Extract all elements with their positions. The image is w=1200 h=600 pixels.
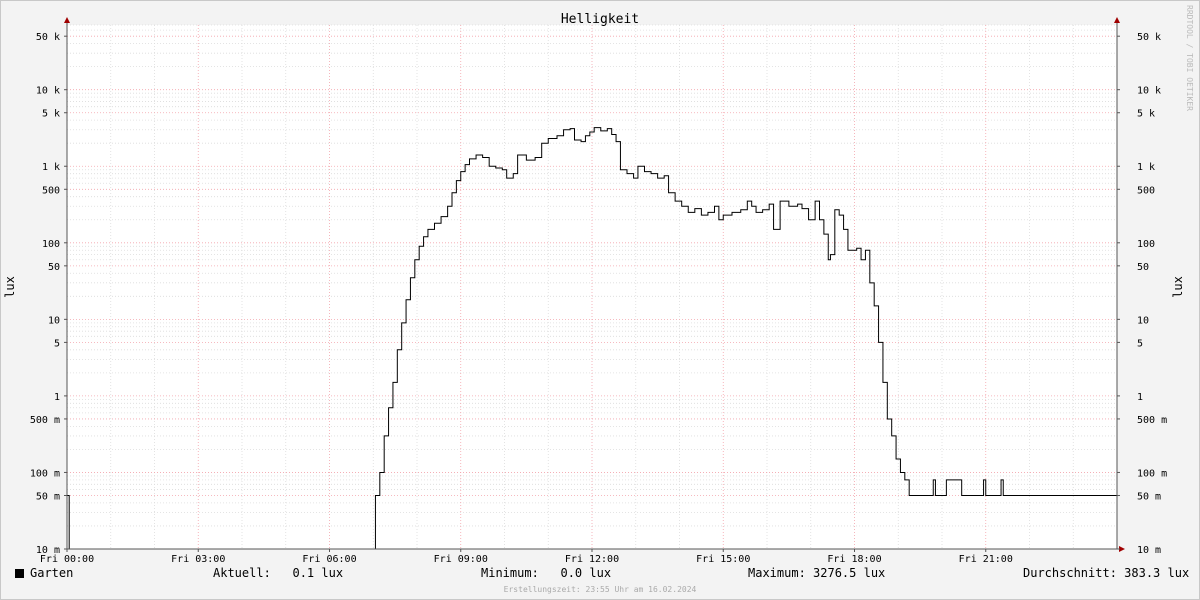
x-tick-label: Fri 15:00 — [696, 554, 750, 565]
legend-swatch — [15, 569, 24, 578]
y-tick-labels-left: 10 m50 m100 m500 m1510501005001 k5 k10 k… — [30, 32, 67, 556]
y-tick-label: 500 — [1137, 185, 1155, 196]
y-tick-label: 5 k — [1137, 109, 1155, 120]
y-axis-arrow-left — [64, 17, 70, 23]
x-tick-label: Fri 03:00 — [171, 554, 225, 565]
legend-series-name: Garten — [30, 566, 74, 580]
y-tick-label: 1 k — [42, 162, 60, 173]
footer-timestamp: Erstellungszeit: 23:55 Uhr am 16.02.2024 — [504, 585, 697, 594]
chart-svg: 10 m 50 m 100 m 500 m 1 5 10 50 100 500 1 k 5 k 10 k… — [3, 5, 1194, 594]
y-tick-label: 5 — [1137, 338, 1143, 349]
x-tick-label: Fri 18:00 — [827, 554, 881, 565]
y-tick-label: 50 m — [1137, 491, 1161, 502]
y-tick-label: 10 k — [1137, 86, 1161, 97]
legend-series: Garten — [15, 566, 73, 580]
watermark: RRDTOOL / TOBI OETIKER — [1185, 5, 1194, 111]
y-tick-label: 100 m — [1137, 468, 1167, 479]
chart-title: Helligkeit — [561, 12, 639, 27]
legend-maximum: Maximum: 3276.5 lux — [748, 566, 886, 580]
x-tick-labels: Fri 00:00 Fri 03:00 Fri 06:00 Fri 09:00 Fri … — [40, 549, 1013, 565]
y-tick-label: 10 m — [1137, 545, 1161, 556]
y-tick-label: 100 — [42, 239, 60, 250]
legend-durchschnitt: Durchschnitt: 383.3 lux — [1023, 566, 1190, 580]
y-tick-label: 5 — [54, 338, 60, 349]
y-axis-arrow-right — [1114, 17, 1120, 23]
y-axis-label-left: lux — [3, 276, 17, 298]
y-tick-label: 500 — [42, 185, 60, 196]
y-tick-label: 5 k — [42, 109, 60, 120]
y-tick-labels-right: 10 m 50 m 100 m 500 m 1 5 10 50 100 500 1 k 5 k 10 k… — [1117, 32, 1167, 556]
y-tick-label: 50 k — [36, 32, 60, 43]
y-tick-label: 10 — [1137, 315, 1149, 326]
y-tick-label: 10 — [48, 315, 60, 326]
y-tick-label: 100 — [1137, 239, 1155, 250]
y-tick-label: 500 m — [1137, 415, 1167, 426]
x-tick-label: Fri 21:00 — [959, 554, 1013, 565]
legend-minimum: Minimum: 0.0 lux — [481, 566, 612, 580]
x-tick-label: Fri 00:00 — [40, 554, 94, 565]
y-tick-label: 1 k — [1137, 162, 1155, 173]
x-tick-label: Fri 12:00 — [565, 554, 619, 565]
y-tick-label: 50 k — [1137, 32, 1161, 43]
y-tick-label: 50 — [48, 262, 60, 273]
legend-aktuell: Aktuell: 0.1 lux — [213, 566, 344, 580]
y-tick-label: 10 k — [36, 86, 60, 97]
y-tick-label: 1 — [54, 392, 60, 403]
y-tick-label: 50 — [1137, 262, 1149, 273]
x-tick-label: Fri 06:00 — [302, 554, 356, 565]
x-tick-label: Fri 09:00 — [434, 554, 488, 565]
y-tick-label: 100 m — [30, 468, 60, 479]
y-tick-label: 1 — [1137, 392, 1143, 403]
y-tick-label: 500 m — [30, 415, 60, 426]
y-axis-label-right: lux — [1171, 276, 1185, 298]
y-tick-label: 50 m — [36, 491, 60, 502]
